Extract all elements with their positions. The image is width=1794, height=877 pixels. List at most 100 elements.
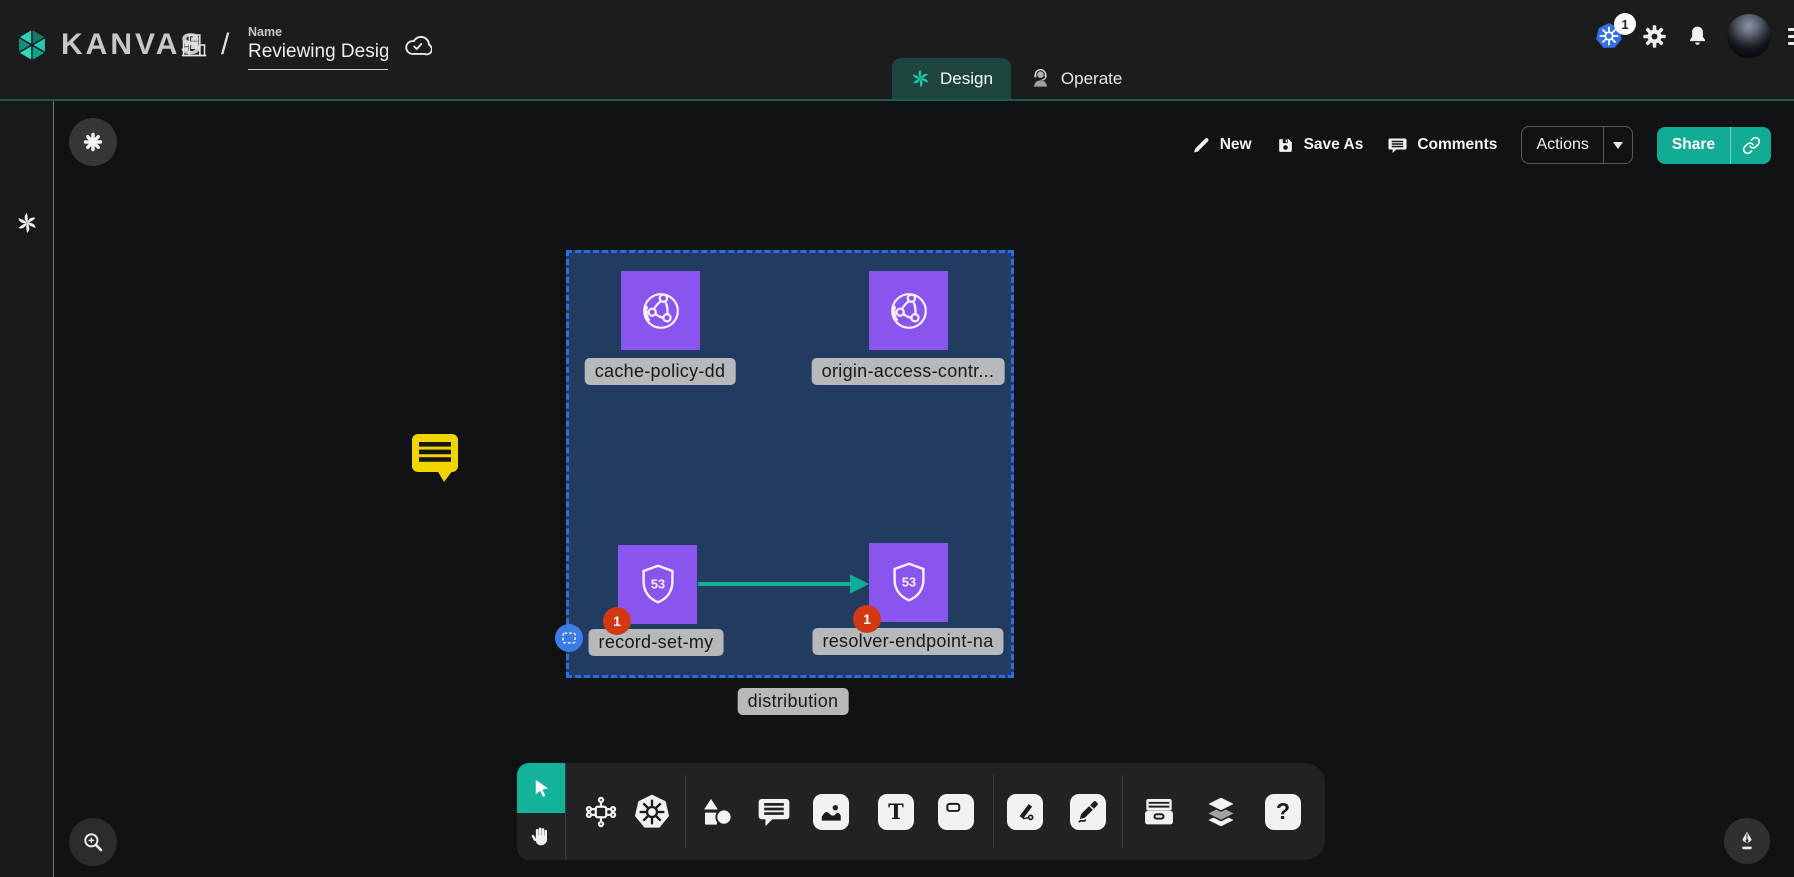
kubernetes-count-badge: 1 — [1614, 13, 1636, 35]
drawer-archive-icon — [1140, 793, 1178, 831]
app-window: KANVAS / Name Design — [0, 0, 1794, 877]
mode-tabs: Design Operate — [892, 58, 1140, 99]
comments-button-label: Comments — [1417, 136, 1497, 154]
image-tool[interactable] — [811, 792, 851, 832]
route53-number: 53 — [901, 574, 915, 589]
dashed-rect-icon — [561, 630, 577, 646]
zoom-in-button[interactable] — [69, 818, 117, 866]
save-as-button-label: Save As — [1304, 136, 1364, 154]
canvas-options-button[interactable] — [69, 118, 117, 166]
route53-number: 53 — [650, 576, 664, 591]
architecture-nodes-tool[interactable] — [581, 792, 621, 832]
pen-tool[interactable] — [1005, 792, 1045, 832]
menu-hamburger-icon[interactable] — [1788, 28, 1794, 45]
edge-record-to-resolver — [695, 571, 875, 597]
share-split-button[interactable]: Share — [1657, 127, 1771, 164]
group-select-handle[interactable] — [555, 624, 583, 652]
kubernetes-tool[interactable] — [632, 792, 672, 832]
comment-tool-icon — [755, 793, 793, 831]
help-tool[interactable]: ? — [1263, 792, 1303, 832]
shapes-tool[interactable] — [697, 792, 737, 832]
magnifier-plus-icon — [80, 829, 106, 855]
node-origin-access-control[interactable] — [869, 271, 948, 350]
error-badge-record-set[interactable]: 1 — [603, 607, 631, 635]
pen-mode-button[interactable] — [1724, 818, 1770, 864]
operator-headset-icon — [1029, 67, 1052, 90]
cloudfront-globe-icon — [637, 287, 685, 335]
share-button-label[interactable]: Share — [1657, 127, 1730, 164]
actions-dropdown-toggle[interactable] — [1603, 127, 1632, 163]
canvas-toolbar: New Save As Comments Actions — [1192, 126, 1771, 164]
tab-operate-label: Operate — [1061, 69, 1122, 89]
design-name-group: Name — [248, 25, 388, 70]
design-name-input[interactable] — [248, 41, 388, 70]
cloud-saved-icon — [402, 34, 432, 60]
toolbar-divider — [1122, 775, 1123, 848]
pencil-scribble-icon — [1070, 794, 1106, 830]
cursor-arrow-icon — [530, 777, 553, 800]
user-avatar[interactable] — [1727, 14, 1771, 58]
actions-button-label[interactable]: Actions — [1522, 127, 1602, 163]
pan-hand-tool[interactable] — [517, 813, 565, 860]
save-as-button[interactable]: Save As — [1276, 136, 1364, 155]
question-mark-icon: ? — [1265, 794, 1301, 830]
comments-button[interactable]: Comments — [1387, 135, 1497, 156]
left-sidebar — [0, 101, 54, 877]
toolbar-divider — [565, 763, 566, 860]
notifications-bell-icon[interactable] — [1685, 24, 1710, 49]
archive-tool[interactable] — [1139, 792, 1179, 832]
cloudfront-globe-icon — [885, 287, 933, 335]
tab-operate[interactable]: Operate — [1011, 58, 1140, 99]
comment-bubble-icon — [1387, 135, 1408, 156]
node-label-origin-access: origin-access-contr... — [812, 358, 1005, 385]
tab-design-label: Design — [940, 69, 993, 89]
label-tool[interactable] — [936, 792, 976, 832]
error-badge-resolver-endpoint[interactable]: 1 — [853, 605, 881, 633]
route53-shield-icon: 53 — [885, 559, 933, 607]
tab-design[interactable]: Design — [892, 58, 1011, 99]
kanvas-logo-icon — [13, 26, 51, 64]
route53-shield-icon: 53 — [634, 561, 682, 609]
comment-tool[interactable] — [754, 792, 794, 832]
node-record-set[interactable]: 53 — [618, 545, 697, 624]
layers-tool[interactable] — [1201, 792, 1241, 832]
name-field-label: Name — [248, 25, 388, 39]
top-header: KANVAS / Name Design — [0, 0, 1794, 99]
organization-icon[interactable] — [180, 30, 208, 60]
hand-icon — [529, 824, 554, 849]
node-resolver-endpoint[interactable]: 53 — [869, 543, 948, 622]
image-icon — [813, 794, 849, 830]
new-button[interactable]: New — [1192, 136, 1252, 155]
copy-link-button[interactable] — [1730, 127, 1771, 164]
pen-nib-icon — [1735, 829, 1759, 853]
header-accent-line — [0, 99, 1794, 101]
pencil-icon — [1192, 136, 1211, 155]
new-button-label: New — [1220, 136, 1252, 154]
layers-stack-icon — [1202, 793, 1240, 831]
sketch-tool[interactable] — [1068, 792, 1108, 832]
snowflake-icon — [81, 130, 105, 154]
actions-split-button[interactable]: Actions — [1521, 126, 1632, 164]
app-logo[interactable]: KANVAS — [13, 26, 203, 64]
node-label-cache-policy: cache-policy-dd — [585, 358, 736, 385]
pen-path-icon — [1007, 794, 1043, 830]
node-label-record-set: record-set-my — [589, 629, 724, 656]
toolbar-divider — [993, 775, 994, 848]
select-tool[interactable] — [517, 763, 565, 813]
node-cache-policy[interactable] — [621, 271, 700, 350]
settings-gear-icon[interactable] — [1641, 23, 1668, 50]
text-tool[interactable]: T — [876, 792, 916, 832]
canvas-comment-marker[interactable] — [411, 433, 461, 483]
bottom-toolbar: T — [517, 763, 1325, 860]
shapes-icon — [698, 793, 736, 831]
kubernetes-helm-icon — [632, 792, 672, 832]
circuit-chip-icon — [582, 793, 620, 831]
breadcrumb-separator: / — [221, 28, 229, 62]
kubernetes-status-button[interactable]: 1 — [1594, 21, 1624, 51]
sidebar-pinwheel-icon[interactable] — [15, 211, 39, 235]
text-icon: T — [878, 794, 914, 830]
header-actions: 1 — [1594, 14, 1794, 58]
node-label-resolver-endpoint: resolver-endpoint-na — [812, 628, 1003, 655]
caret-down-icon — [1613, 142, 1623, 149]
label-icon — [938, 794, 974, 830]
